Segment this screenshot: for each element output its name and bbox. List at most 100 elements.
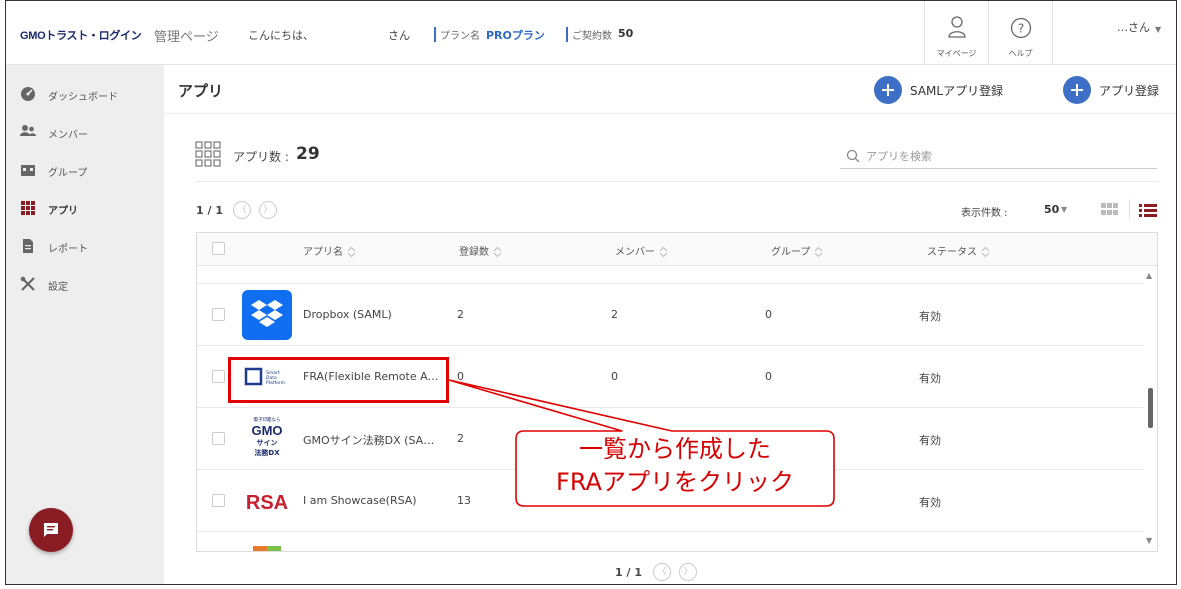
plan-label: プラン名 bbox=[434, 27, 480, 42]
scroll-down-icon[interactable]: ▼ bbox=[1146, 536, 1152, 545]
gmo-sign-logo: 電子印鑑なら GMO サイン 法務DX bbox=[251, 416, 282, 457]
row-checkbox[interactable] bbox=[212, 370, 225, 383]
row-checkbox[interactable] bbox=[212, 308, 225, 321]
group-count: 0 bbox=[765, 308, 772, 321]
sidebar-item-groups[interactable]: グループ bbox=[6, 155, 164, 185]
svg-text:?: ? bbox=[1018, 22, 1024, 36]
search-icon bbox=[846, 149, 860, 163]
row-checkbox[interactable] bbox=[212, 494, 225, 507]
sidebar-item-label: 設定 bbox=[48, 282, 68, 293]
scroll-up-icon[interactable]: ▲ bbox=[1146, 271, 1152, 280]
sidebar-item-dashboard[interactable]: ダッシュボード bbox=[6, 79, 164, 109]
member-count: 2 bbox=[611, 308, 618, 321]
callout-line-1: 一覧から作成した bbox=[579, 435, 771, 463]
plus-icon bbox=[1063, 76, 1091, 104]
table-scrollbar[interactable]: ▲ ▼ bbox=[1143, 266, 1157, 551]
page-indicator: 1 / 1 bbox=[615, 566, 642, 579]
sidebar-item-label: レポート bbox=[48, 244, 88, 255]
table-row[interactable]: Dropbox (SAML) 2 2 0 有効 bbox=[197, 284, 1143, 346]
user-menu[interactable]: …さん ▼ bbox=[1052, 1, 1176, 64]
chat-support-button[interactable] bbox=[29, 508, 73, 552]
brand-logo[interactable]: GMOトラスト・ログイン bbox=[20, 27, 142, 43]
dashboard-icon bbox=[21, 87, 35, 101]
apps-grid-icon bbox=[21, 201, 35, 215]
list-view-icon[interactable] bbox=[1139, 204, 1157, 217]
app-name[interactable]: GMOサイン法務DX (SAML) bbox=[303, 432, 443, 448]
app-search[interactable] bbox=[840, 145, 1157, 169]
app-name[interactable]: I am Showcase(RSA) bbox=[303, 494, 443, 507]
contract-label: ご契約数 bbox=[566, 27, 612, 42]
sidebar-item-apps[interactable]: アプリ bbox=[6, 193, 164, 223]
chevron-down-icon: ▼ bbox=[1155, 25, 1162, 34]
svg-text:RSA: RSA bbox=[246, 492, 288, 514]
table-row bbox=[197, 532, 1143, 551]
callout-line-2: FRAアプリをクリック bbox=[556, 468, 794, 496]
status: 有効 bbox=[919, 434, 941, 447]
chevron-down-icon[interactable]: ▼ bbox=[1061, 205, 1067, 214]
sidebar-item-label: アプリ bbox=[48, 206, 78, 217]
saml-app-register-label: SAMLアプリ登録 bbox=[910, 84, 1004, 98]
apps-grid-outline-icon bbox=[195, 141, 221, 167]
prev-page-button[interactable]: 〈 bbox=[233, 201, 251, 219]
sidebar-item-label: メンバー bbox=[48, 130, 88, 141]
svg-text:GMO: GMO bbox=[251, 423, 282, 438]
management-page-label: 管理ページ bbox=[154, 30, 219, 45]
divider bbox=[164, 113, 1176, 114]
per-page-label: 表示件数 : bbox=[961, 208, 1008, 219]
table-row bbox=[197, 233, 1143, 284]
saml-app-register-button[interactable]: SAMLアプリ登録 bbox=[874, 76, 1014, 104]
dropbox-logo bbox=[242, 290, 292, 340]
member-count: 0 bbox=[611, 370, 618, 383]
app-count-label: アプリ数 : bbox=[233, 150, 289, 164]
per-page-select[interactable]: 50 bbox=[1044, 203, 1059, 216]
grid-view-icon[interactable] bbox=[1101, 203, 1118, 216]
group-icon bbox=[21, 165, 35, 176]
sidebar-item-label: グループ bbox=[48, 168, 88, 179]
plus-icon bbox=[874, 76, 902, 104]
contract-value: 50 bbox=[618, 27, 634, 40]
svg-text:法務DX: 法務DX bbox=[254, 448, 280, 457]
main-content: アプリ SAMLアプリ登録 アプリ登録 アプリ数 : 29 1 bbox=[164, 65, 1176, 584]
rsa-logo: RSA bbox=[246, 492, 288, 514]
mypage-label: マイページ bbox=[936, 49, 977, 58]
sidebar-item-reports[interactable]: レポート bbox=[6, 231, 164, 261]
status: 有効 bbox=[919, 372, 941, 385]
search-input[interactable] bbox=[866, 147, 1146, 165]
svg-text:電子印鑑なら: 電子印鑑なら bbox=[254, 416, 281, 423]
greeting-text: こんにちは、 bbox=[248, 29, 314, 42]
prev-page-button[interactable]: 〈 bbox=[653, 563, 671, 581]
app-logo-partial bbox=[253, 546, 281, 551]
sidebar-item-members[interactable]: メンバー bbox=[6, 117, 164, 147]
callout-text: 一覧から作成した FRAアプリをクリック bbox=[516, 433, 834, 499]
row-checkbox[interactable] bbox=[212, 432, 225, 445]
chat-icon bbox=[44, 523, 58, 537]
app-register-button[interactable]: アプリ登録 bbox=[1063, 76, 1173, 104]
svg-text:サイン: サイン bbox=[257, 439, 278, 447]
help-label: ヘルプ bbox=[1008, 49, 1033, 58]
next-page-button[interactable]: 〉 bbox=[259, 201, 277, 219]
help-icon: ? bbox=[1010, 17, 1032, 39]
next-page-button[interactable]: 〉 bbox=[679, 563, 697, 581]
greeting-honorific: さん bbox=[388, 29, 410, 42]
user-icon bbox=[948, 16, 966, 38]
settings-icon bbox=[20, 276, 35, 291]
page-title: アプリ bbox=[178, 82, 224, 100]
status: 有効 bbox=[919, 310, 941, 323]
status: 有効 bbox=[919, 496, 941, 509]
help-button[interactable]: ? ヘルプ bbox=[988, 1, 1052, 64]
sidebar-item-settings[interactable]: 設定 bbox=[6, 269, 164, 299]
top-header: GMOトラスト・ログイン 管理ページ こんにちは、 さん プラン名 PROプラン… bbox=[6, 1, 1176, 65]
app-count-value: 29 bbox=[296, 144, 320, 164]
page-indicator: 1 / 1 bbox=[196, 204, 223, 217]
plan-value: PROプラン bbox=[486, 29, 545, 42]
registered-count: 2 bbox=[457, 308, 464, 321]
scrollbar-thumb[interactable] bbox=[1148, 388, 1153, 428]
registered-count: 13 bbox=[457, 494, 471, 507]
highlight-box bbox=[228, 357, 449, 403]
divider bbox=[1129, 199, 1130, 219]
mypage-button[interactable]: マイページ bbox=[924, 1, 988, 64]
members-icon bbox=[20, 125, 36, 136]
report-icon bbox=[23, 239, 33, 253]
app-name[interactable]: Dropbox (SAML) bbox=[303, 308, 443, 321]
sidebar: ダッシュボード メンバー グループ アプリ レポート 設定 bbox=[6, 65, 164, 584]
